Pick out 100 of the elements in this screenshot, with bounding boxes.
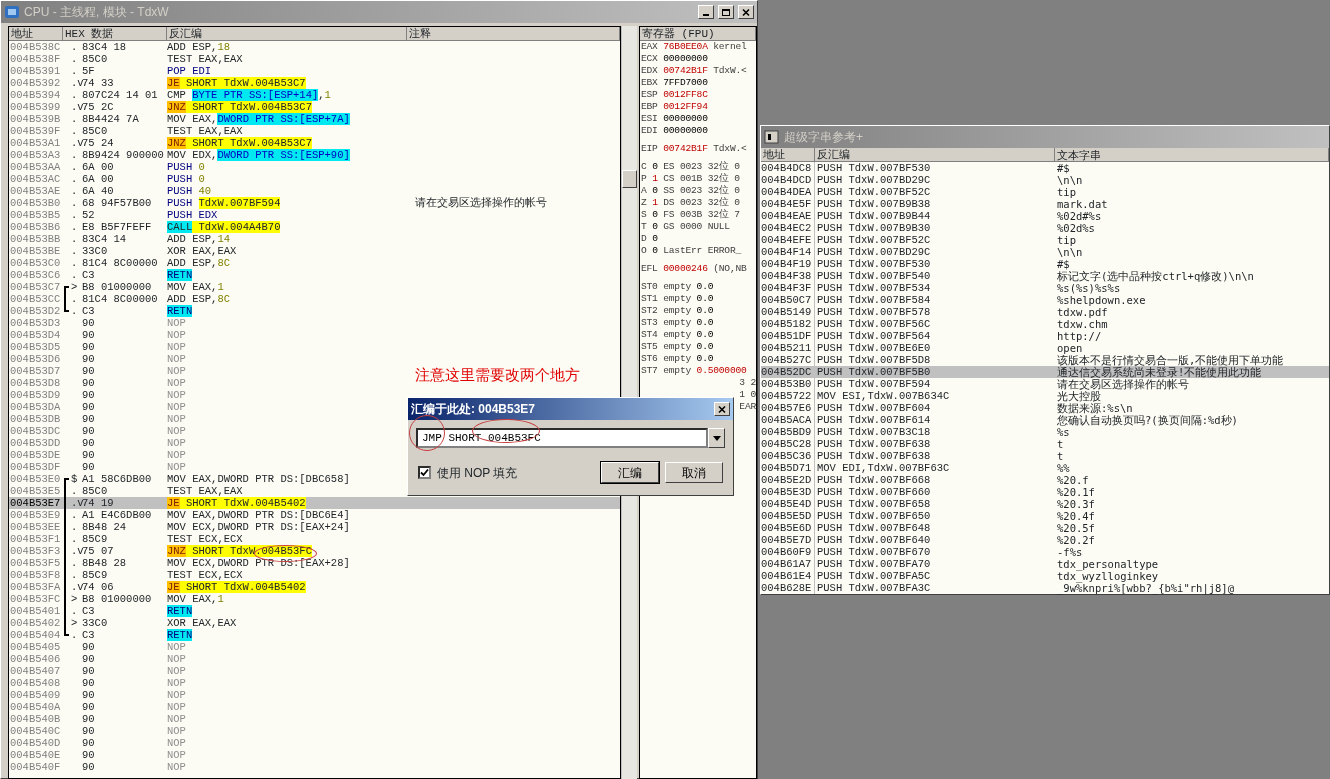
string-row[interactable]: 004B57E6 PUSH TdxW.007BF604 数据来源:%s\n (761, 402, 1329, 414)
string-row[interactable]: 004B4DC8 PUSH TdxW.007BF530 #$ (761, 162, 1329, 174)
string-row[interactable]: 004B4F14 PUSH TdxW.007BD29C \n\n (761, 246, 1329, 258)
string-row[interactable]: 004B5BD9 PUSH TdxW.007B3C18 %s (761, 426, 1329, 438)
hex-cell: A1 E4C6DB00 (82, 509, 152, 521)
string-row[interactable]: 004B53B0 PUSH TdxW.007BF594 请在交易区选择操作的帐号 (761, 378, 1329, 390)
string-cell-text: %s(%s)%s%s (1056, 282, 1122, 294)
address-cell: 004B61A7 (761, 558, 815, 570)
address-cell: 004B4E5F (761, 198, 815, 210)
string-row[interactable]: 004B5E3D PUSH TdxW.007BF660 %20.1f (761, 486, 1329, 498)
string-row[interactable]: 004B4EFE PUSH TdxW.007BF52C tip (761, 234, 1329, 246)
string-row[interactable]: 004B5211 PUSH TdxW.007BE6E0 open (761, 342, 1329, 354)
hex-cell: C3 (82, 605, 95, 617)
string-row[interactable]: 004B50C7 PUSH TdxW.007BF584 %shelpdown.exe (761, 294, 1329, 306)
string-row[interactable]: 004B5182 PUSH TdxW.007BF56C tdxw.chm (761, 318, 1329, 330)
instruction-cell-text: PUSH TdxW.007BF594 (816, 378, 932, 390)
string-cell-text: 该版本不是行情交易合一版,不能使用下单功能 (1056, 354, 1285, 366)
string-row[interactable]: 004B5ACA PUSH TdxW.007BF614 您确认自动换页吗?(换页间隔:%d秒) (761, 414, 1329, 426)
instruction-cell-text: NOP (167, 689, 187, 701)
jump-marker: . (70, 269, 79, 281)
dialog-button[interactable]: 汇编 (601, 462, 659, 483)
register-line: EDI 00000000 (641, 125, 709, 137)
string-row[interactable]: 004B5E7D PUSH TdxW.007BF640 %20.2f (761, 534, 1329, 546)
instruction-cell-text: PUSH EDX (167, 209, 219, 221)
string-row[interactable]: 004B5D71 MOV EDI,TdxW.007BF63C %% (761, 462, 1329, 474)
address-cell: 004B5BD9 (761, 426, 815, 438)
close-icon (741, 7, 751, 17)
string-row[interactable]: 004B4DCD PUSH TdxW.007BD29C \n\n (761, 174, 1329, 186)
maximize-button[interactable] (718, 5, 734, 19)
address-cell-text: 004B53B5 (9, 209, 62, 221)
string-cell-text: t (1056, 438, 1065, 450)
address-cell: 004B5E7D (761, 534, 815, 546)
string-cell-text: %shelpdown.exe (1056, 294, 1147, 306)
scroll-thumb[interactable] (622, 170, 637, 188)
instruction-cell-text: PUSH 0 (167, 173, 206, 185)
column-header[interactable]: 地址 (9, 27, 63, 41)
string-row[interactable]: 004B4F19 PUSH TdxW.007BF530 #$ (761, 258, 1329, 270)
instruction-cell-text: NOP (167, 761, 187, 773)
dropdown-button[interactable] (708, 428, 725, 448)
instruction-cell-text: PUSH TdxW.007BF530 (816, 162, 932, 174)
string-cell-text: 标记文字(选中品种按ctrl+q修改)\n\n (1056, 270, 1255, 282)
instruction-cell-text: PUSH TdxW.007BF52C (816, 186, 932, 198)
address-cell-text: 004B53DE (9, 449, 62, 461)
close-button[interactable] (738, 5, 754, 19)
address-cell-text: 004B5408 (9, 677, 62, 689)
column-header[interactable]: 寄存器 (FPU) (640, 27, 756, 41)
hex-cell: 85C9 (82, 569, 108, 581)
string-row[interactable]: 004B628E PUSH TdxW.007BFA3C _9w%knpri%[wbb?_{b%i"rh|j8]@ (761, 582, 1329, 594)
string-row[interactable]: 004B52DC PUSH TdxW.007BF5B0 通达信交易系统尚未登录!不能使用此功能 (761, 366, 1329, 378)
string-cell-text: 您确认自动换页吗?(换页间隔:%d秒) (1056, 414, 1239, 426)
selected-row[interactable]: 004B53E7 .v74 19 JE SHORT TdxW.004B5402 (9, 497, 620, 509)
string-row[interactable]: 004B4EC2 PUSH TdxW.007B9B30 %02d%s (761, 222, 1329, 234)
string-row[interactable]: 004B61A7 PUSH TdxW.007BFA70 tdx_personaltype (761, 558, 1329, 570)
close-button[interactable] (714, 402, 730, 416)
instruction-cell-text: TEST ECX,ECX (167, 569, 244, 581)
instruction-cell-text: NOP (167, 341, 187, 353)
string-row[interactable]: 004B51DF PUSH TdxW.007BF564 http:// (761, 330, 1329, 342)
instruction-cell-text: JNZ SHORT TdxW.004B53C7 (167, 101, 313, 113)
string-row[interactable]: 004B5E6D PUSH TdxW.007BF648 %20.5f (761, 522, 1329, 534)
column-header[interactable]: HEX 数据 (63, 27, 167, 41)
string-cell-text: #$ (1056, 258, 1071, 270)
address-cell: 004B628E (761, 582, 815, 594)
string-row[interactable]: 004B5C28 PUSH TdxW.007BF638 t (761, 438, 1329, 450)
string-row[interactable]: 004B4F38 PUSH TdxW.007BF540 标记文字(选中品种按ctrl+q修改)\n\n (761, 270, 1329, 282)
string-row[interactable]: 004B4EAE PUSH TdxW.007B9B44 %02d#%s (761, 210, 1329, 222)
string-row[interactable]: 004B5E2D PUSH TdxW.007BF668 %20.f (761, 474, 1329, 486)
instruction-cell-text: PUSH TdxW.007BFA5C (816, 570, 932, 582)
jump-marker: .v (70, 137, 82, 149)
string-cell-text: tdx_wyzlloginkey (1056, 570, 1160, 582)
instruction-cell-text: MOV ECX,DWORD PTR DS:[EAX+28] (167, 557, 351, 569)
address-cell-text: 004B53DF (9, 461, 62, 473)
hex-cell: 83C4 14 (82, 233, 127, 245)
string-row[interactable]: 004B5722 MOV ESI,TdxW.007B634C 光大控股 (761, 390, 1329, 402)
instruction-cell-text: RETN (167, 629, 194, 641)
instruction-cell-text: RETN (167, 305, 194, 317)
register-line: T 0 GS 0000 NULL (641, 221, 731, 233)
instruction-cell-text: PUSH TdxW.007BF594 (167, 197, 282, 209)
jump-marker: .v (70, 77, 82, 89)
string-row[interactable]: 004B5C36 PUSH TdxW.007BF638 t (761, 450, 1329, 462)
checkbox[interactable] (418, 466, 431, 479)
string-row[interactable]: 004B4E5F PUSH TdxW.007B9B38 mark.dat (761, 198, 1329, 210)
instruction-cell-text: TEST EAX,EAX (167, 485, 244, 497)
column-header[interactable]: 反汇编 (167, 27, 407, 41)
minimize-button[interactable] (698, 5, 714, 19)
hex-cell: 5F (82, 65, 95, 77)
instruction-cell-text: PUSH TdxW.007BF658 (816, 498, 932, 510)
string-row[interactable]: 004B60F9 PUSH TdxW.007BF670 -f%s (761, 546, 1329, 558)
column-header[interactable]: 注释 (407, 27, 620, 41)
string-row[interactable]: 004B5149 PUSH TdxW.007BF578 tdxw.pdf (761, 306, 1329, 318)
string-row[interactable]: 004B5E5D PUSH TdxW.007BF650 %20.4f (761, 510, 1329, 522)
string-row[interactable]: 004B5E4D PUSH TdxW.007BF658 %20.3f (761, 498, 1329, 510)
address-cell-text: 004B53F8 (9, 569, 62, 581)
string-row[interactable]: 004B4DEA PUSH TdxW.007BF52C tip (761, 186, 1329, 198)
instruction-cell-text: PUSH TdxW.007B9B30 (816, 222, 932, 234)
string-row[interactable]: 004B4F3F PUSH TdxW.007BF534 %s(%s)%s%s (761, 282, 1329, 294)
dialog-button[interactable]: 取消 (665, 462, 723, 483)
address-cell: 004B60F9 (761, 546, 815, 558)
hex-cell: 90 (82, 725, 95, 737)
instruction-cell-text: NOP (167, 665, 187, 677)
string-row[interactable]: 004B61E4 PUSH TdxW.007BFA5C tdx_wyzlloginkey (761, 570, 1329, 582)
